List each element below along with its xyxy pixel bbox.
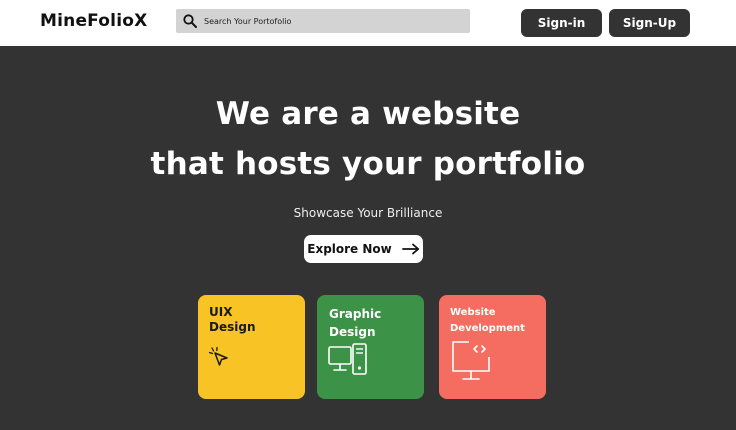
hero-subtitle: Showcase Your Brilliance (293, 206, 443, 220)
search-icon (182, 13, 198, 29)
hero-title-line-1: We are a website (215, 96, 521, 132)
card-title-line-2: Design (209, 320, 256, 334)
card-title-line-2: Design (329, 325, 376, 339)
search-placeholder: Search Your Portofolio (204, 16, 292, 26)
card-title: UIX Design (209, 305, 294, 335)
cursor-click-icon (208, 346, 231, 373)
card-title-line-1: Graphic (329, 307, 382, 321)
explore-now-label: Explore Now (307, 242, 392, 256)
computer-devices-icon (328, 343, 370, 383)
top-navbar: MineFolioX Search Your Portofolio Sign-i… (0, 0, 736, 46)
hero-title-line-2: that hosts your portfolio (150, 146, 586, 182)
card-title-line-1: UIX (209, 305, 233, 319)
sign-up-button[interactable]: Sign-Up (609, 9, 690, 37)
arrow-right-icon (401, 243, 420, 255)
code-monitor-icon (449, 339, 495, 389)
search-input[interactable]: Search Your Portofolio (176, 9, 470, 33)
card-title-line-2: Development (450, 323, 525, 334)
card-title-line-1: Website (450, 307, 496, 318)
card-title: Graphic Design (329, 305, 413, 341)
category-card-graphic-design[interactable]: Graphic Design (317, 295, 424, 399)
explore-now-button[interactable]: Explore Now (304, 235, 423, 263)
sign-in-button[interactable]: Sign-in (521, 9, 602, 37)
site-logo[interactable]: MineFolioX (40, 11, 147, 31)
page: MineFolioX Search Your Portofolio Sign-i… (0, 0, 736, 430)
category-card-uix-design[interactable]: UIX Design (198, 295, 305, 399)
category-card-website-development[interactable]: Website Development (439, 295, 546, 399)
card-title: Website Development (450, 305, 535, 337)
